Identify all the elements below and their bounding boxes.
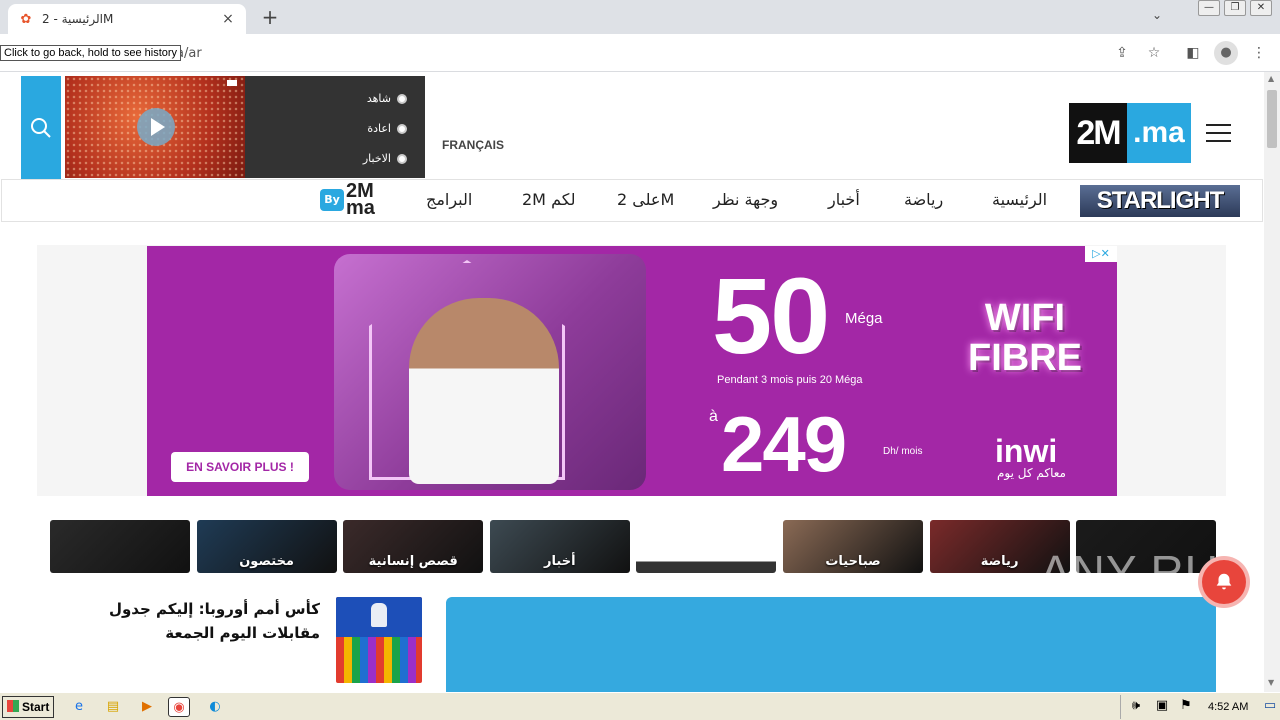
program-thumbnail-label: مختصون: [239, 554, 294, 569]
play-icon[interactable]: [137, 108, 175, 146]
ad-cta-button[interactable]: EN SAVOIR PLUS !: [171, 452, 309, 482]
new-tab-button[interactable]: +: [258, 6, 282, 30]
live-menu: شاهد اعادة الاخبار: [245, 76, 425, 178]
nav-item-2m-for-you[interactable]: 2M لكم: [522, 190, 575, 209]
windows-flag-icon: [7, 700, 19, 712]
article-title[interactable]: كأس أمم أوروبا: إليكم جدول مقابلات اليوم…: [60, 597, 320, 645]
ad-speed: 50: [712, 255, 830, 376]
restore-button[interactable]: ❐: [1224, 0, 1246, 16]
logo-left: 2M: [1069, 103, 1127, 163]
live-menu-item-watch[interactable]: شاهد: [367, 92, 407, 105]
ad-price-unit: Dh/ mois: [883, 446, 923, 457]
ad-container: ▷✕ EN SAVOIR PLUS ! 50 Méga Pendant 3 mo…: [37, 245, 1226, 496]
bookmark-star-icon[interactable]: ☆: [1145, 44, 1163, 62]
notification-bell-icon[interactable]: [1198, 556, 1250, 608]
euro-cup-thumbnail[interactable]: [336, 597, 422, 683]
ad-offer-line: Pendant 3 mois puis 20 Méga: [717, 374, 863, 386]
ie-icon[interactable]: e: [68, 697, 90, 717]
side-panel-icon[interactable]: ◧: [1184, 44, 1202, 62]
live-menu-label: اعادة: [367, 122, 391, 135]
back-button-tooltip: Click to go back, hold to see history: [0, 45, 182, 61]
windows-taskbar: Start e ▤ ▶ ◉ ◐ 🕪 ▣ ⚑ ▭ 4:52 AM: [0, 692, 1280, 720]
nav-item-programs[interactable]: البرامج: [426, 190, 472, 209]
network-icon[interactable]: ▣: [1151, 696, 1173, 716]
radio-dot-icon: [397, 153, 407, 164]
by-2m-logo[interactable]: By 2M ma: [320, 180, 388, 219]
ad-speed-unit: Méga: [845, 310, 883, 327]
browser-tab-bar: ✿ الرئيسية - 2M × + ⌄ — ❐ ✕: [0, 0, 1280, 34]
show-desktop-icon[interactable]: ▭: [1259, 696, 1280, 716]
live-menu-label: الاخبار: [362, 152, 391, 165]
program-thumbnail[interactable]: قصص إنسانية: [343, 520, 484, 573]
ad-choices-close-icon[interactable]: ▷✕: [1085, 246, 1117, 262]
program-thumbnail-label: أخبار: [544, 554, 576, 569]
volume-icon[interactable]: 🕪: [1125, 696, 1147, 716]
scroll-thumb[interactable]: [1267, 90, 1277, 148]
ad-person-illustration: [409, 298, 559, 484]
nav-item-home[interactable]: الرئيسية: [992, 190, 1047, 209]
scroll-up-icon[interactable]: ▲: [1268, 74, 1274, 83]
program-thumbnail[interactable]: [50, 520, 190, 573]
edge-icon[interactable]: ◐: [204, 697, 226, 717]
ad-price: 249: [721, 400, 847, 488]
tab-close-icon[interactable]: ×: [220, 11, 236, 27]
site-favicon-icon: ✿: [20, 11, 32, 27]
taskbar-clock: 4:52 AM: [1208, 701, 1249, 713]
program-thumbnail-label: قصص إنسانية: [368, 554, 458, 569]
ad-brand: inwi: [995, 433, 1058, 469]
ad-product: WIFI FIBRE: [968, 297, 1082, 379]
chrome-icon[interactable]: ◉: [168, 697, 190, 717]
trophy-icon: [371, 603, 387, 627]
nav-item-news[interactable]: أخبار: [828, 190, 860, 209]
start-label: Start: [22, 700, 50, 714]
main-nav: STARLIGHT الرئيسية رياضة أخبار وجهة نظر …: [1, 179, 1263, 222]
live-menu-item-replay[interactable]: اعادة: [367, 122, 407, 135]
program-thumbnail[interactable]: صباحيات: [783, 520, 923, 573]
site-logo[interactable]: 2M .ma: [1069, 103, 1191, 163]
close-window-button[interactable]: ✕: [1250, 0, 1272, 16]
scroll-down-icon[interactable]: ▼: [1268, 678, 1274, 687]
profile-avatar-icon[interactable]: ●: [1214, 41, 1238, 65]
radio-dot-icon: [397, 123, 407, 134]
language-link[interactable]: FRANÇAIS: [442, 138, 504, 152]
system-tray: 🕪 ▣ ⚑ ▭: [1120, 695, 1280, 719]
by-badge: By: [320, 189, 344, 211]
program-thumbnail[interactable]: أخبار: [489, 520, 630, 573]
by-2m-text: 2M ma: [346, 180, 375, 219]
live-badge-icon: [227, 80, 237, 86]
share-icon[interactable]: ⇪: [1113, 44, 1131, 62]
flag-icon[interactable]: ⚑: [1175, 696, 1197, 716]
search-icon: [31, 117, 51, 138]
live-menu-item-news[interactable]: الاخبار: [363, 152, 407, 165]
program-thumbnail[interactable]: مختصون: [196, 520, 337, 573]
ad-price-prefix: à: [709, 408, 718, 425]
browser-tab[interactable]: ✿ الرئيسية - 2M ×: [8, 4, 246, 34]
ad-brand-tagline: معاكم كل يوم: [997, 466, 1066, 480]
live-menu-label: شاهد: [366, 92, 391, 105]
program-thumbnail[interactable]: [636, 520, 777, 573]
nav-item-sport[interactable]: رياضة: [904, 190, 943, 209]
explorer-folder-icon[interactable]: ▤: [102, 697, 124, 717]
logo-right: .ma: [1127, 103, 1191, 163]
live-video-player[interactable]: [65, 76, 245, 178]
radio-dot-icon: [397, 93, 407, 104]
start-button[interactable]: Start: [2, 696, 54, 718]
nav-item-opinion[interactable]: وجهة نظر: [713, 190, 778, 209]
featured-panel[interactable]: [446, 597, 1216, 692]
page-scrollbar[interactable]: ▲ ▼: [1264, 72, 1280, 692]
hamburger-menu-icon[interactable]: [1206, 124, 1231, 142]
search-button[interactable]: [21, 76, 61, 179]
program-thumbnail-label: صباحيات: [825, 554, 881, 569]
starlight-logo[interactable]: STARLIGHT: [1080, 185, 1240, 217]
address-bar: a/ar: [0, 34, 1280, 72]
web-page: شاهد اعادة الاخبار FRANÇAIS 2M .ma STARL…: [0, 72, 1264, 692]
minimize-button[interactable]: —: [1198, 0, 1220, 16]
inwi-banner-ad[interactable]: ▷✕ EN SAVOIR PLUS ! 50 Méga Pendant 3 mo…: [147, 246, 1117, 496]
window-controls: — ❐ ✕: [1198, 0, 1272, 18]
tab-title: الرئيسية - 2M: [42, 12, 114, 26]
nav-item-on-2m[interactable]: على 2M: [617, 190, 674, 209]
browser-menu-icon[interactable]: ⋮: [1250, 44, 1268, 62]
media-player-icon[interactable]: ▶: [136, 697, 158, 717]
tab-search-chevron-icon[interactable]: ⌄: [1152, 8, 1162, 22]
